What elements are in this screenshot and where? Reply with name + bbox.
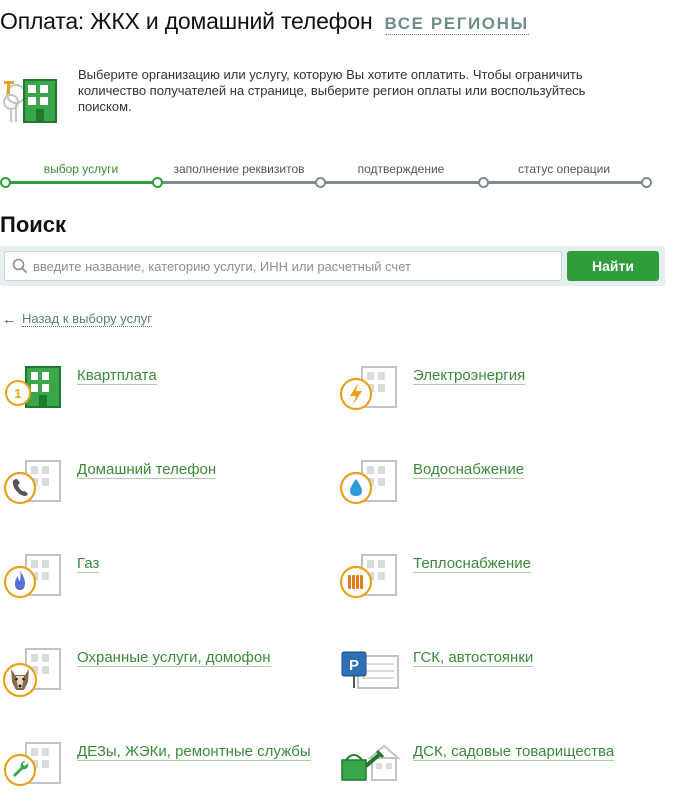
service-label: ГСК, автостоянки	[413, 649, 534, 667]
step-dot-3	[478, 177, 489, 188]
step-label-4: статус операции	[517, 162, 611, 176]
security-dog-icon	[2, 648, 61, 698]
search-heading: Поиск	[0, 212, 67, 237]
service-item-apartment-rent[interactable]: 1 Квартплата	[0, 366, 320, 436]
service-label: Теплоснабжение	[413, 555, 531, 573]
service-label: Домашний телефон	[77, 461, 217, 479]
back-to-services-link[interactable]: ← Назад к выбору услуг	[2, 312, 152, 327]
intro-block: Выберите организацию или услугу, которую…	[0, 66, 640, 126]
repair-wrench-icon	[3, 742, 61, 787]
progress-steps: выбор услуги заполнение реквизитов подтв…	[0, 158, 660, 188]
service-item-parking[interactable]: P ГСК, автостоянки	[336, 648, 656, 718]
service-item-gas[interactable]: Газ	[0, 554, 320, 624]
search-icon	[12, 258, 28, 274]
water-supply-icon	[339, 460, 397, 505]
service-item-electricity[interactable]: Электроэнергия	[336, 366, 656, 436]
search-button[interactable]: Найти	[567, 251, 659, 281]
service-label: Квартплата	[77, 367, 157, 385]
parking-badge: P	[349, 657, 359, 674]
building-tree-icon	[3, 79, 57, 123]
service-label: Электроэнергия	[413, 367, 526, 385]
service-item-home-phone[interactable]: Домашний телефон	[0, 460, 320, 530]
service-label: Газ	[77, 555, 100, 573]
step-dot-end	[641, 177, 652, 188]
intro-text: Выберите организацию или услугу, которую…	[78, 67, 586, 114]
heating-icon	[339, 554, 397, 599]
gas-icon	[3, 554, 61, 599]
step-dot-1	[152, 177, 163, 188]
step-label-3: подтверждение	[357, 162, 445, 176]
electricity-icon	[339, 366, 397, 411]
step-label-2: заполнение реквизитов	[173, 162, 305, 176]
service-label: ДСК, садовые товарищества	[413, 743, 615, 761]
parking-icon: P	[341, 651, 399, 689]
service-label: Водоснабжение	[413, 461, 525, 479]
home-phone-icon	[3, 460, 61, 505]
apartment-rent-icon: 1	[5, 366, 61, 408]
all-regions-link[interactable]: ВСЕ РЕГИОНЫ	[384, 14, 529, 35]
service-label: ДЕЗы, ЖЭКи, ремонтные службы	[77, 743, 311, 761]
step-label-1: выбор услуги	[43, 162, 119, 176]
back-arrow-icon: ←	[2, 310, 17, 328]
service-item-heating[interactable]: Теплоснабжение	[336, 554, 656, 624]
step-dot-start	[0, 177, 11, 188]
back-link-label: Назад к выбору услуг	[22, 311, 152, 327]
apartment-rent-badge: 1	[14, 386, 21, 401]
service-label: Охранные услуги, домофон	[77, 649, 271, 667]
step-dot-2	[315, 177, 326, 188]
search-input-wrapper	[4, 251, 562, 281]
page-title: Оплата: ЖКХ и домашний телефон	[0, 8, 373, 34]
search-input[interactable]	[33, 252, 553, 280]
service-item-security[interactable]: Охранные услуги, домофон	[0, 648, 320, 718]
service-item-garden[interactable]: ДСК, садовые товарищества	[336, 742, 656, 812]
service-item-water-supply[interactable]: Водоснабжение	[336, 460, 656, 530]
step-line-remaining	[158, 181, 646, 184]
service-item-repair[interactable]: ДЕЗы, ЖЭКи, ремонтные службы	[0, 742, 320, 812]
search-bar: Найти	[0, 246, 665, 286]
garden-watering-can-icon	[341, 744, 401, 781]
title-row: Оплата: ЖКХ и домашний телефон ВСЕ РЕГИО…	[0, 8, 529, 35]
step-line-active	[6, 181, 158, 184]
